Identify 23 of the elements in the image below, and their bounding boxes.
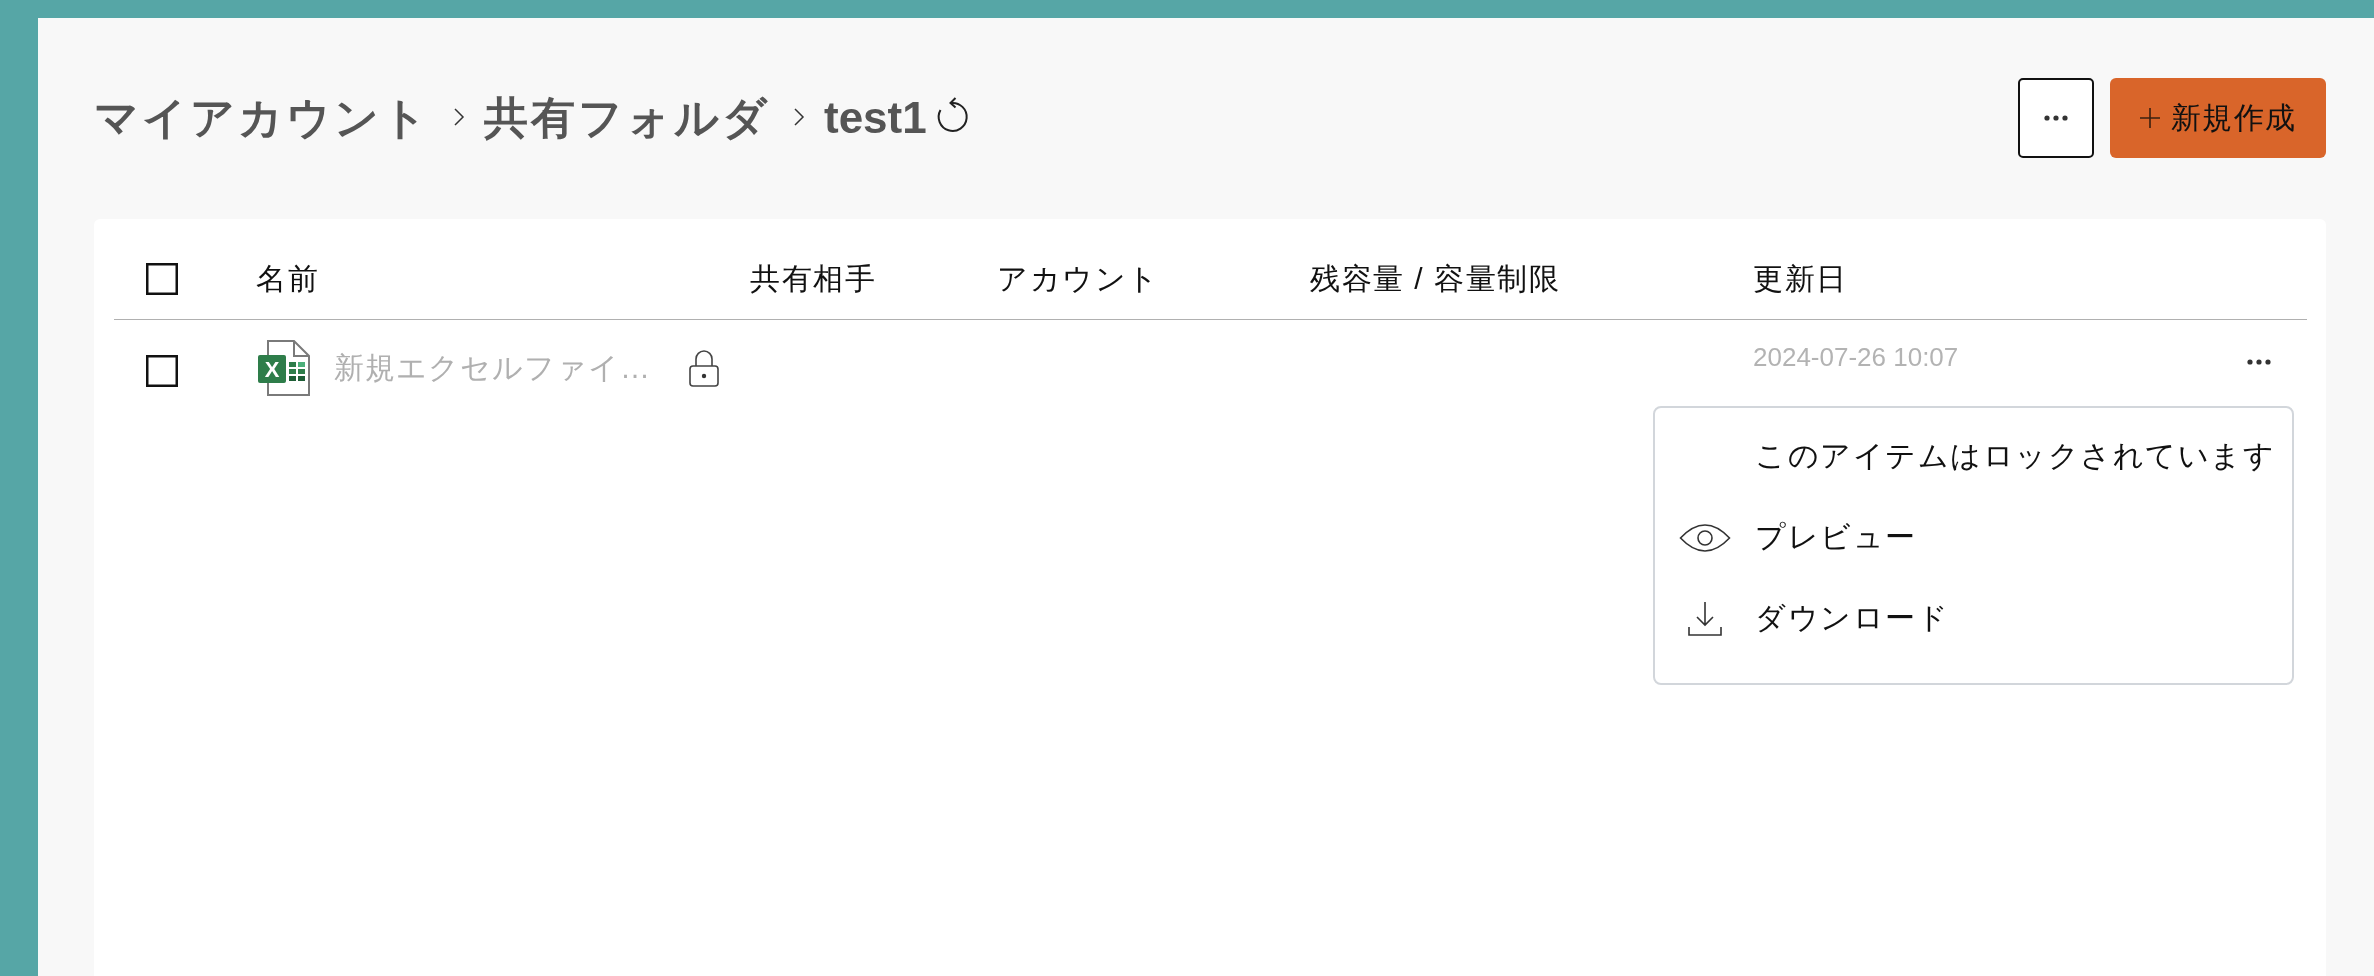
- column-header: 残容量 / 容量制限: [1310, 260, 1561, 297]
- eye-icon: [1679, 521, 1731, 554]
- more-button[interactable]: [2018, 78, 2094, 158]
- column-header: 共有相手: [750, 260, 877, 297]
- updated-date: 2024-07-26 10:07: [1753, 342, 1960, 373]
- chevron-icon: [792, 105, 806, 128]
- new-button[interactable]: 新規作成: [2110, 78, 2326, 158]
- more-icon: [2044, 115, 2068, 121]
- column-header: アカウント: [997, 260, 1161, 297]
- checkbox[interactable]: [146, 263, 178, 295]
- checkbox[interactable]: [146, 355, 178, 387]
- chevron-icon: [452, 105, 466, 128]
- breadcrumb-item[interactable]: 共有フォルダ: [484, 88, 770, 148]
- column-header: 更新日: [1753, 260, 1849, 297]
- menu-item[interactable]: ダウンロード: [1755, 598, 1949, 639]
- plus-icon: [2139, 108, 2160, 128]
- column-header: 名前: [256, 260, 320, 297]
- breadcrumb-item: test1: [824, 93, 927, 143]
- menu-item[interactable]: プレビュー: [1755, 517, 1917, 558]
- more-icon[interactable]: [2247, 359, 2271, 365]
- download-icon: [1687, 600, 1723, 637]
- breadcrumb-item[interactable]: マイアカウント: [94, 88, 430, 148]
- menu-notice: このアイテムはロックされています: [1755, 438, 2275, 474]
